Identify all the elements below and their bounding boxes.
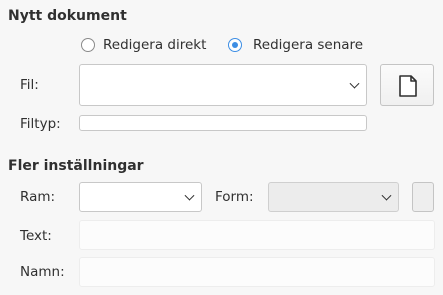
text-field[interactable] <box>79 220 435 250</box>
radio-edit-now[interactable]: Redigera direkt <box>79 37 219 55</box>
section-title-more-settings: Fler inställningar <box>8 158 144 174</box>
radio-label-edit-later: Redigera senare <box>253 37 364 53</box>
filetype-label: Filtyp: <box>20 116 61 132</box>
radio-edit-later[interactable]: Redigera senare <box>226 37 376 55</box>
form-label: Form: <box>215 189 254 205</box>
name-field[interactable] <box>79 257 435 287</box>
new-file-button[interactable] <box>380 64 434 106</box>
file-combobox[interactable] <box>79 64 367 106</box>
chevron-down-icon <box>184 190 195 201</box>
text-label: Text: <box>20 228 52 244</box>
frame-combobox[interactable] <box>79 182 202 212</box>
chevron-down-icon <box>349 78 360 89</box>
chevron-down-icon <box>381 190 392 201</box>
form-button[interactable] <box>412 182 434 212</box>
radio-button-edit-now[interactable] <box>81 38 95 52</box>
frame-label: Ram: <box>20 189 56 205</box>
radio-label-edit-now: Redigera direkt <box>103 37 207 53</box>
document-icon <box>399 75 417 97</box>
filetype-field[interactable] <box>79 115 367 131</box>
file-label: Fil: <box>20 77 39 93</box>
section-title-new-document: Nytt dokument <box>8 8 127 24</box>
name-label: Namn: <box>20 264 65 280</box>
form-combobox[interactable] <box>268 182 399 212</box>
radio-button-edit-later[interactable] <box>228 38 242 52</box>
